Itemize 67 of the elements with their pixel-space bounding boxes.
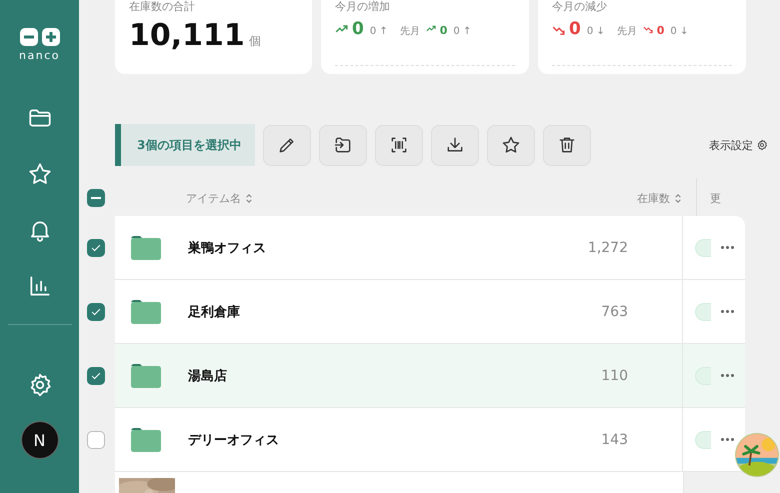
- download-button[interactable]: [431, 124, 480, 166]
- prev-label: 先月: [616, 24, 637, 38]
- pencil-button[interactable]: [263, 124, 312, 166]
- settings-icon: [756, 139, 768, 151]
- prev-label: 先月: [400, 24, 420, 38]
- barcode-scan-icon: [389, 135, 410, 155]
- table-row[interactable]: 巣鴨オフィス 1,272: [115, 216, 745, 280]
- trend-value: 0: [352, 19, 364, 39]
- folder-icon: [131, 300, 161, 324]
- move-in-icon: [333, 135, 354, 155]
- item-name: デリーオフィス: [188, 432, 280, 448]
- star-icon: [501, 135, 522, 155]
- folder-icon: [131, 364, 161, 388]
- barcode-scan-button[interactable]: [375, 124, 424, 166]
- folder-icon: [131, 236, 161, 260]
- star-button[interactable]: [487, 124, 536, 166]
- stock-count: 110: [600, 368, 628, 384]
- folder-icon: [131, 428, 161, 452]
- select-all-checkbox[interactable]: [87, 189, 105, 207]
- sort-icon[interactable]: [674, 192, 682, 204]
- toggle-switch[interactable]: [695, 302, 711, 320]
- row-checkbox[interactable]: [87, 367, 105, 385]
- card-title: 今月の増加: [335, 0, 391, 13]
- sort-icon[interactable]: [245, 192, 253, 204]
- change-value: 0 ↑: [453, 26, 472, 37]
- table-row[interactable]: 湯島店 110: [115, 344, 745, 408]
- change-value: 0 ↑: [370, 26, 388, 37]
- trend-up-icon: [426, 24, 436, 34]
- trend-down-icon: [642, 24, 653, 34]
- card-title: 在庫数の合計: [129, 0, 196, 13]
- total-value: 10,111: [129, 19, 245, 53]
- display-settings-link[interactable]: 表示設定: [709, 138, 753, 152]
- card-title: 今月の減少: [552, 0, 608, 13]
- stock-count: 763: [600, 304, 628, 320]
- stock-count: 143: [600, 432, 628, 448]
- toggle-switch[interactable]: [695, 430, 711, 448]
- prev-value: 0: [440, 24, 448, 37]
- logo-icon: [20, 28, 60, 46]
- item-name: 巣鴨オフィス: [188, 240, 267, 256]
- table-row[interactable]: [115, 472, 745, 493]
- selection-label: 3個の項目を選択中: [115, 124, 256, 166]
- move-in-button[interactable]: [319, 124, 368, 166]
- item-name: 足利倉庫: [188, 304, 241, 320]
- table-row[interactable]: デリーオフィス 143: [115, 408, 745, 472]
- change-value: 0 ↓: [670, 26, 688, 37]
- row-checkbox[interactable]: [87, 303, 105, 321]
- item-name: 湯島店: [188, 368, 228, 384]
- more-icon[interactable]: [721, 438, 734, 441]
- trash-button[interactable]: [543, 124, 592, 166]
- trend-value: 0: [569, 19, 581, 39]
- stock-count: 1,272: [586, 240, 628, 256]
- avatar[interactable]: N: [20, 421, 58, 459]
- table-row[interactable]: 足利倉庫 763: [115, 280, 745, 344]
- toggle-switch[interactable]: [695, 366, 711, 384]
- row-checkbox[interactable]: [87, 431, 105, 449]
- unit-label: 個: [248, 33, 261, 50]
- change-value: 0 ↓: [586, 26, 605, 37]
- more-icon[interactable]: [721, 374, 734, 377]
- logo-text: nanco: [19, 50, 60, 62]
- row-checkbox[interactable]: [87, 239, 105, 257]
- prev-value: 0: [656, 24, 664, 37]
- trend-up-icon: [335, 22, 348, 36]
- toggle-switch[interactable]: [695, 238, 711, 256]
- island-icon[interactable]: [735, 433, 779, 477]
- more-icon[interactable]: [721, 246, 734, 249]
- star-icon: [26, 161, 52, 187]
- more-icon[interactable]: [721, 310, 734, 313]
